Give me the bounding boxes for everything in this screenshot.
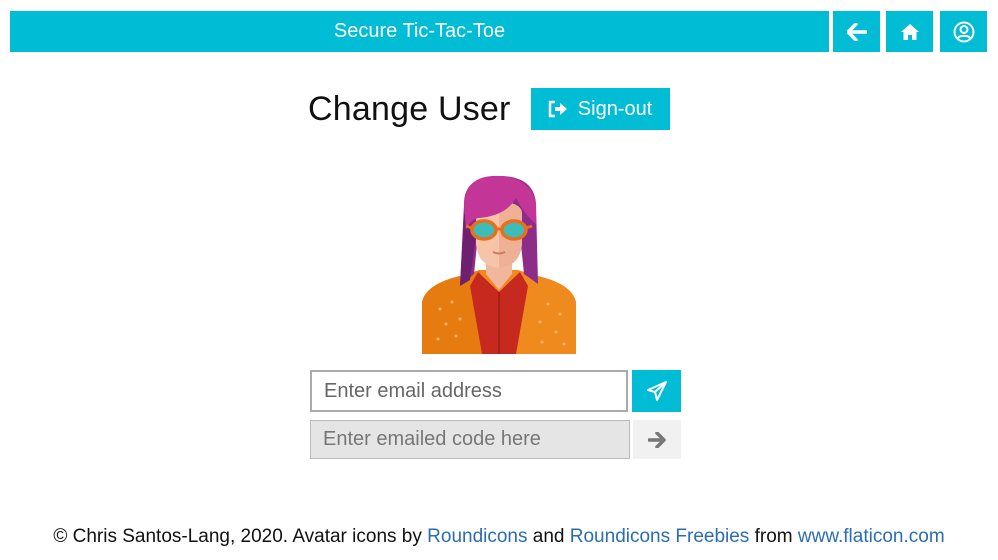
app-title: Secure Tic-Tac-Toe bbox=[333, 20, 506, 42]
arrow-right-icon bbox=[648, 431, 666, 448]
paper-plane-icon bbox=[646, 381, 667, 401]
footer-text-from: from bbox=[749, 526, 798, 547]
submit-code-button[interactable] bbox=[633, 420, 681, 459]
home-icon bbox=[900, 23, 919, 40]
back-button[interactable] bbox=[833, 11, 880, 52]
send-email-button[interactable] bbox=[632, 370, 681, 412]
footer-text: © Chris Santos-Lang, 2020. Avatar icons … bbox=[53, 526, 428, 547]
footer-text-and: and bbox=[527, 526, 570, 547]
email-input[interactable] bbox=[310, 370, 628, 412]
home-button[interactable] bbox=[886, 11, 933, 52]
heading-row: Change User Sign-out bbox=[308, 88, 670, 130]
app-title-bar: Secure Tic-Tac-Toe bbox=[10, 11, 829, 52]
code-input[interactable] bbox=[310, 420, 630, 459]
flaticon-link[interactable]: www.flaticon.com bbox=[798, 526, 945, 547]
roundicons-freebies-link[interactable]: Roundicons Freebies bbox=[570, 526, 750, 547]
sign-out-button[interactable]: Sign-out bbox=[530, 88, 670, 130]
arrow-left-icon bbox=[846, 22, 867, 41]
sign-out-icon bbox=[548, 100, 567, 118]
roundicons-link[interactable]: Roundicons bbox=[427, 526, 527, 547]
account-button[interactable] bbox=[940, 11, 987, 52]
female-avatar-icon bbox=[422, 175, 576, 354]
footer-credits: © Chris Santos-Lang, 2020. Avatar icons … bbox=[0, 526, 998, 548]
user-circle-icon bbox=[953, 21, 974, 42]
sign-out-label: Sign-out bbox=[577, 97, 653, 120]
page-title: Change User bbox=[308, 89, 511, 128]
